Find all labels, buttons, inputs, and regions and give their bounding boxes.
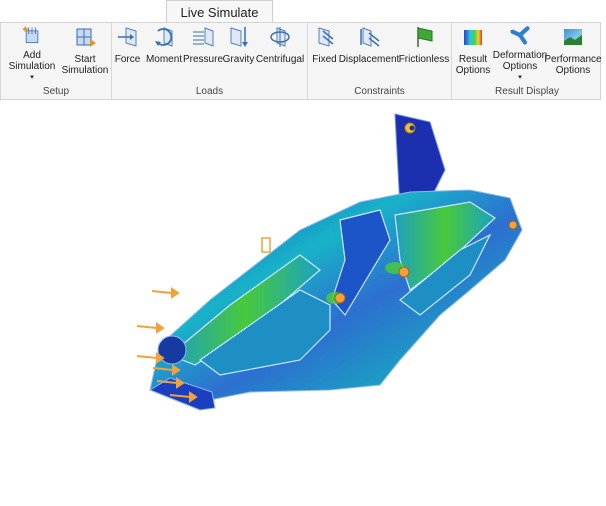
result-display-group-label: Result Display (495, 86, 559, 97)
constraints-group: Fixed Displacement Frictionless Constrai… (308, 23, 452, 99)
gravity-button[interactable]: Gravity (222, 25, 255, 83)
graphics-viewport[interactable] (0, 100, 606, 501)
deformation-options-icon (510, 26, 530, 45)
gravity-icon (230, 27, 248, 47)
displacement-label: Displacement (338, 54, 400, 65)
performance-options-icon (564, 29, 582, 45)
loads-group: Force Moment Pressure Gravity Centrifuga… (112, 23, 308, 99)
deformation-options-label-1: Deformation (492, 50, 548, 61)
pressure-button[interactable]: Pressure (183, 25, 224, 83)
centrifugal-icon (270, 27, 290, 47)
setup-group-label: Setup (42, 86, 70, 97)
deformation-options-label-2: Options (502, 61, 538, 72)
start-simulation-icon (76, 28, 96, 47)
result-options-label-2: Options (455, 65, 491, 76)
add-simulation-button[interactable]: Add Simulation ▾ (5, 25, 59, 83)
deformation-options-button[interactable]: Deformation Options ▾ (492, 25, 548, 83)
frictionless-label: Frictionless (398, 54, 450, 65)
gravity-label: Gravity (222, 54, 255, 65)
force-label: Force (114, 54, 141, 65)
add-simulation-icon (22, 26, 39, 43)
dropdown-caret-icon: ▾ (518, 74, 522, 81)
performance-options-label-1: Performance (544, 54, 602, 65)
moment-label: Moment (145, 54, 183, 65)
fixed-icon (318, 27, 333, 47)
dropdown-caret-icon: ▾ (30, 74, 34, 81)
fixed-button[interactable]: Fixed (308, 25, 341, 83)
frictionless-button[interactable]: Frictionless (397, 25, 451, 83)
start-simulation-label-2: Simulation (61, 65, 109, 76)
loads-group-label: Loads (195, 86, 224, 97)
fixed-label: Fixed (312, 54, 337, 65)
moment-button[interactable]: Moment (144, 25, 184, 83)
bracket-part-model[interactable] (0, 100, 606, 501)
setup-group: Add Simulation ▾ Start Simulation Setup (1, 23, 112, 99)
centrifugal-button[interactable]: Centrifugal (255, 25, 305, 83)
live-simulate-tab[interactable]: Live Simulate (166, 0, 273, 23)
centrifugal-label: Centrifugal (255, 54, 305, 65)
result-options-button[interactable]: Result Options (454, 25, 492, 83)
add-simulation-label-2: Simulation (8, 61, 56, 72)
displacement-button[interactable]: Displacement (338, 25, 400, 83)
start-simulation-button[interactable]: Start Simulation (59, 25, 111, 83)
performance-options-label-2: Options (555, 65, 591, 76)
pressure-icon (193, 27, 214, 47)
ribbon: Add Simulation ▾ Start Simulation Setup … (0, 22, 602, 100)
frictionless-icon (417, 27, 433, 47)
constraints-group-label: Constraints (354, 86, 405, 97)
force-button[interactable]: Force (112, 25, 143, 83)
pressure-label: Pressure (183, 54, 224, 65)
result-display-group: Result Options Deformation Options ▾ Per… (452, 23, 602, 99)
start-simulation-label-1: Start (74, 54, 96, 65)
performance-options-button[interactable]: Performance Options (544, 25, 602, 83)
displacement-icon (360, 27, 380, 47)
add-simulation-label-1: Add (23, 50, 41, 61)
moment-icon (155, 27, 173, 47)
force-icon (117, 27, 136, 47)
result-options-icon (464, 30, 482, 45)
result-options-label-1: Result (458, 54, 488, 65)
